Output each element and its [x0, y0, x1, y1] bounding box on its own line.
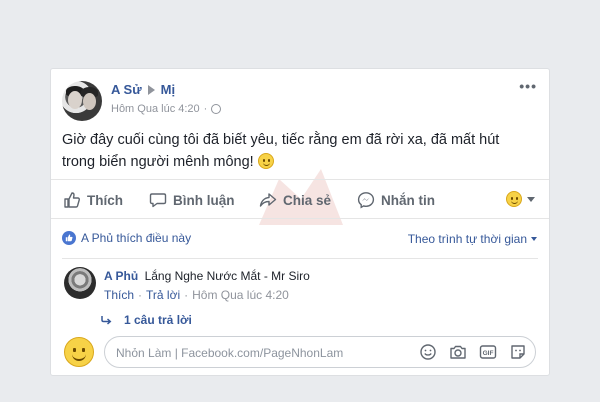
view-replies-link[interactable]: 1 câu trả lời	[101, 313, 192, 327]
comment-time[interactable]: Hôm Qua lúc 4:20	[192, 288, 289, 302]
more-options-icon[interactable]: •••	[519, 79, 537, 93]
comment-bubble-icon	[149, 193, 167, 208]
messenger-icon	[357, 192, 375, 209]
sticker-icon[interactable]	[509, 343, 527, 361]
like-label: Thích	[87, 192, 123, 208]
comment-input[interactable]: Nhỏn Làm | Facebook.com/PageNhonLam GIF	[104, 336, 536, 368]
replies-count: 1 câu trả lời	[124, 313, 192, 327]
smile-emoji-icon	[257, 153, 274, 169]
likes-text: A Phủ thích điều này	[81, 231, 192, 245]
separator-dot: ·	[138, 288, 143, 302]
post-time[interactable]: Hôm Qua lúc 4:20	[111, 103, 200, 115]
separator-dot: ·	[184, 288, 189, 302]
comment-sort-dropdown[interactable]: Theo trình tự thời gian	[408, 232, 537, 246]
arrow-right-icon	[147, 84, 155, 95]
gif-icon[interactable]: GIF	[479, 343, 497, 361]
divider	[62, 258, 538, 259]
share-label: Chia sẻ	[283, 192, 332, 208]
comment-input-placeholder: Nhỏn Làm | Facebook.com/PageNhonLam	[116, 346, 344, 360]
share-arrow-icon	[259, 193, 277, 207]
likes-summary[interactable]: A Phủ thích điều này	[62, 231, 191, 245]
message-button[interactable]: Nhắn tin	[357, 180, 435, 220]
thumbs-up-icon	[64, 192, 80, 208]
smile-emoji-icon	[506, 191, 522, 207]
comment-like-link[interactable]: Thích	[104, 288, 134, 302]
camera-icon[interactable]	[449, 343, 467, 361]
chevron-down-icon	[527, 196, 535, 202]
current-user-avatar	[64, 337, 94, 367]
comment-bubble: A Phủ Lắng Nghe Nước Mắt - Mr Siro	[104, 269, 310, 283]
post-body: Giờ đây cuối cùng tôi đã biết yêu, tiếc …	[62, 129, 532, 173]
comment-actions: Thích · Trả lời · Hôm Qua lúc 4:20	[104, 288, 289, 302]
like-badge-icon	[62, 231, 76, 245]
target-name[interactable]: Mị	[161, 82, 175, 97]
comment-reply-link[interactable]: Trả lời	[146, 288, 180, 302]
meta-dot: ·	[203, 103, 208, 115]
post-card: A Sử Mị Hôm Qua lúc 4:20 · ••• Giờ đây c…	[50, 68, 550, 376]
comment-label: Bình luận	[173, 192, 235, 208]
share-button[interactable]: Chia sẻ	[259, 180, 331, 220]
chevron-down-icon	[531, 237, 537, 241]
post-meta: Hôm Qua lúc 4:20 ·	[111, 103, 222, 115]
post-text: Giờ đây cuối cùng tôi đã biết yêu, tiếc …	[62, 132, 500, 170]
author-avatar[interactable]	[62, 81, 102, 121]
post-header-names: A Sử Mị	[111, 82, 175, 97]
comment-button[interactable]: Bình luận	[149, 180, 235, 220]
author-name[interactable]: A Sử	[111, 82, 142, 97]
reply-arrow-icon	[101, 316, 112, 325]
message-label: Nhắn tin	[381, 192, 435, 208]
action-bar: Thích Bình luận Chia sẻ Nhắn tin	[51, 179, 549, 219]
reaction-selector[interactable]	[506, 191, 535, 207]
emoji-icon[interactable]	[419, 343, 437, 361]
composer-icons: GIF	[419, 343, 527, 361]
commenter-avatar[interactable]	[64, 267, 96, 299]
comment-text: Lắng Nghe Nước Mắt - Mr Siro	[144, 269, 310, 283]
svg-text:GIF: GIF	[483, 350, 494, 357]
sort-label: Theo trình tự thời gian	[407, 232, 527, 246]
commenter-name[interactable]: A Phủ	[104, 269, 138, 283]
like-button[interactable]: Thích	[63, 180, 123, 220]
globe-icon[interactable]	[211, 104, 222, 114]
